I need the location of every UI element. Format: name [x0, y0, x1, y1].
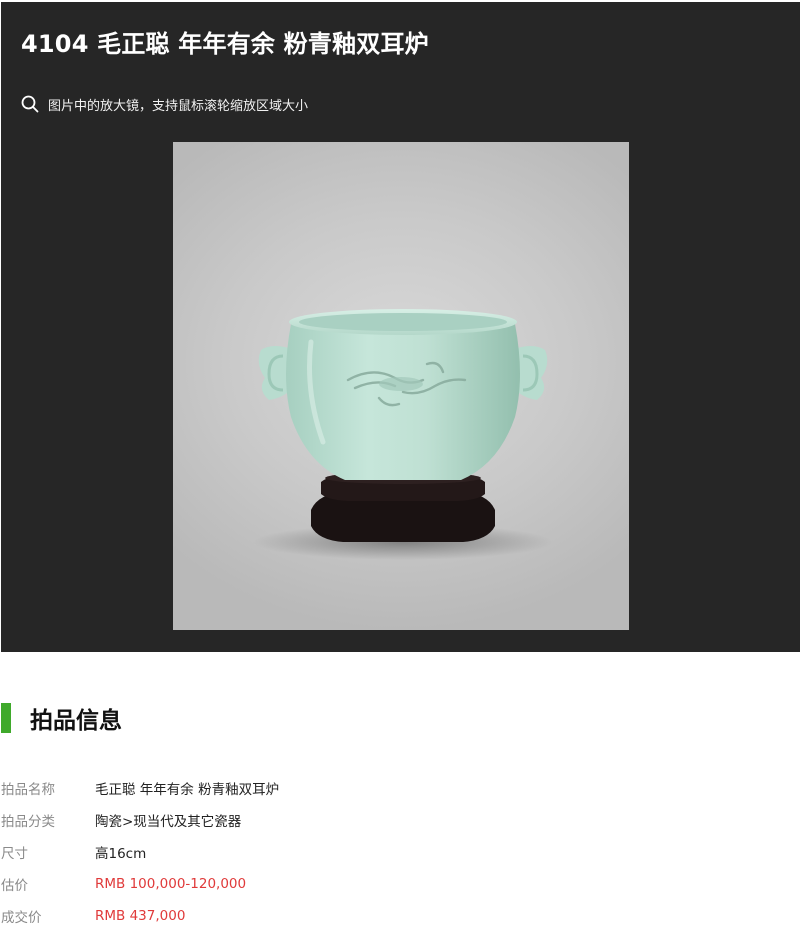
vase-illustration	[253, 309, 553, 560]
info-row-size: 尺寸 高16cm	[1, 836, 701, 868]
section-accent-bar	[1, 703, 11, 733]
info-row-hammer-price: 成交价 RMB 437,000	[1, 900, 701, 932]
info-label: 成交价	[1, 910, 42, 926]
info-label: 估价	[1, 878, 28, 894]
info-row-name: 拍品名称 毛正聪 年年有余 粉青釉双耳炉	[1, 772, 701, 804]
info-label: 尺寸	[1, 846, 28, 862]
zoom-hint: 图片中的放大镜，支持鼠标滚轮缩放区域大小	[21, 94, 308, 114]
lot-title: 4104 毛正聪 年年有余 粉青釉双耳炉	[21, 30, 429, 58]
info-row-category: 拍品分类 陶瓷>现当代及其它瓷器	[1, 804, 701, 836]
magnifier-icon	[21, 95, 39, 113]
zoom-hint-text: 图片中的放大镜，支持鼠标滚轮缩放区域大小	[48, 98, 309, 114]
lot-image[interactable]	[173, 142, 629, 630]
info-label: 拍品分类	[1, 814, 55, 830]
info-label: 拍品名称	[1, 782, 55, 798]
section-header: 拍品信息	[1, 703, 122, 734]
info-value: 陶瓷>现当代及其它瓷器	[95, 814, 242, 830]
hammer-price: RMB 437,000	[95, 908, 186, 924]
info-value: 毛正聪 年年有余 粉青釉双耳炉	[95, 782, 280, 798]
info-row-estimate: 估价 RMB 100,000-120,000	[1, 868, 701, 900]
section-title: 拍品信息	[30, 708, 122, 734]
lot-info-table: 拍品名称 毛正聪 年年有余 粉青釉双耳炉 拍品分类 陶瓷>现当代及其它瓷器 尺寸…	[1, 772, 701, 932]
estimate-price: RMB 100,000-120,000	[95, 876, 247, 892]
info-value: 高16cm	[95, 846, 147, 862]
